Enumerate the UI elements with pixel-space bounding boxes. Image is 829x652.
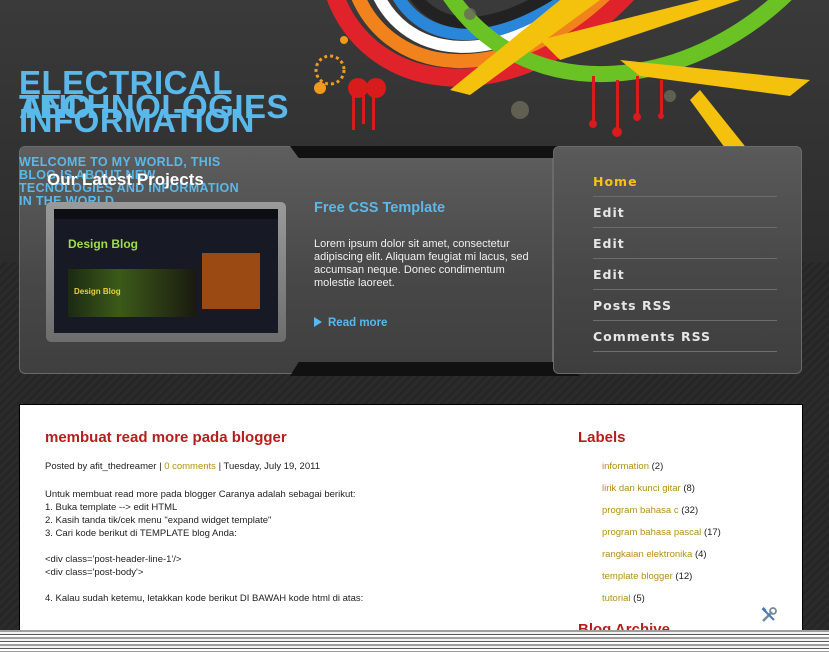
label-count: (5) <box>633 593 645 604</box>
label-item: tutorial (5) <box>602 593 721 615</box>
label-link[interactable]: template blogger <box>602 571 673 582</box>
menu-item-posts-rss[interactable]: Posts RSS <box>593 290 777 321</box>
latest-projects-title: Our Latest Projects <box>47 170 204 189</box>
label-link[interactable]: lirik dan kunci gitar <box>602 483 681 494</box>
post-date: | Tuesday, July 19, 2011 <box>215 461 320 472</box>
panel-notch-bottom <box>290 362 580 376</box>
footer-bars <box>0 630 829 652</box>
label-link[interactable]: tutorial <box>602 593 631 604</box>
panel-notch-top <box>290 146 580 158</box>
featured-title[interactable]: Free CSS Template <box>314 200 445 216</box>
post-line: Untuk membuat read more pada blogger Car… <box>45 489 356 500</box>
label-item: program bahasa c (32) <box>602 505 721 527</box>
menu-item-label[interactable]: Comments RSS <box>593 321 777 344</box>
menu-item-label[interactable]: Edit <box>593 197 777 220</box>
post-line: 2. Kasih tanda tik/cek menu "expand widg… <box>45 515 272 526</box>
label-item: lirik dan kunci gitar (8) <box>602 483 721 505</box>
label-count: (2) <box>651 461 664 472</box>
label-count: (17) <box>703 527 721 538</box>
site-title-line-4: INFORMATION <box>19 102 255 139</box>
quick-edit-tools-icon[interactable] <box>760 606 778 624</box>
post-line: <div class='post-body'> <box>45 567 144 578</box>
labels-list: information (2) lirik dan kunci gitar (8… <box>602 461 721 615</box>
read-more-label: Read more <box>328 317 388 329</box>
label-item: program bahasa pascal (17) <box>602 527 721 549</box>
label-link[interactable]: program bahasa pascal <box>602 527 701 538</box>
menu-item-edit-1[interactable]: Edit <box>593 197 777 228</box>
menu-item-label[interactable]: Edit <box>593 228 777 251</box>
post-author: Posted by afit_thedreamer | <box>45 461 165 472</box>
label-count: (8) <box>683 483 695 494</box>
project-thumbnail[interactable]: Design Blog Design Blog <box>54 209 278 333</box>
main-menu: Home Edit Edit Edit Posts RSS Comments R… <box>593 166 777 352</box>
menu-item-edit-3[interactable]: Edit <box>593 259 777 290</box>
post-line: 4. Kalau sudah ketemu, letakkan kode ber… <box>45 593 364 604</box>
thumbnail-logo: Design Blog <box>68 237 139 251</box>
menu-item-home[interactable]: Home <box>593 166 777 197</box>
post-line: 1. Buka template --> edit HTML <box>45 502 178 513</box>
label-count: (32) <box>681 505 699 516</box>
read-more-link[interactable]: Read more <box>314 317 387 329</box>
menu-item-label[interactable]: Edit <box>593 259 777 282</box>
thumbnail-banner-text: Design Blog <box>74 287 121 296</box>
post-body: Untuk membuat read more pada blogger Car… <box>45 488 525 605</box>
menu-item-comments-rss[interactable]: Comments RSS <box>593 321 777 352</box>
label-count: (12) <box>675 571 693 582</box>
label-link[interactable]: rangkaian elektronika <box>602 549 692 560</box>
post-line: <div class='post-header-line-1'/> <box>45 554 182 565</box>
featured-text: Lorem ipsum dolor sit amet, consectetur … <box>314 238 529 289</box>
play-arrow-icon <box>314 317 322 327</box>
post-line: 3. Cari kode berikut di TEMPLATE blog An… <box>45 528 237 539</box>
thumbnail-sidebar-box <box>202 253 260 309</box>
label-count: (4) <box>694 549 707 560</box>
menu-item-label[interactable]: Posts RSS <box>593 290 777 313</box>
label-item: rangkaian elektronika (4) <box>602 549 721 571</box>
labels-title: Labels <box>578 429 626 446</box>
label-item: template blogger (12) <box>602 571 721 593</box>
blog-page: ELECTRICAL TECHNOLOGIES AND INFORMATION … <box>0 0 829 652</box>
label-item: information (2) <box>602 461 721 483</box>
label-link[interactable]: program bahasa c <box>602 505 679 516</box>
post-title[interactable]: membuat read more pada blogger <box>45 429 287 446</box>
comments-link[interactable]: 0 comments <box>164 461 216 472</box>
thumbnail-nav-bar <box>54 209 278 219</box>
content-area: membuat read more pada blogger Posted by… <box>19 404 803 644</box>
post-meta: Posted by afit_thedreamer | 0 comments |… <box>45 461 320 472</box>
menu-item-edit-2[interactable]: Edit <box>593 228 777 259</box>
menu-item-label[interactable]: Home <box>593 166 777 189</box>
label-link[interactable]: information <box>602 461 649 472</box>
